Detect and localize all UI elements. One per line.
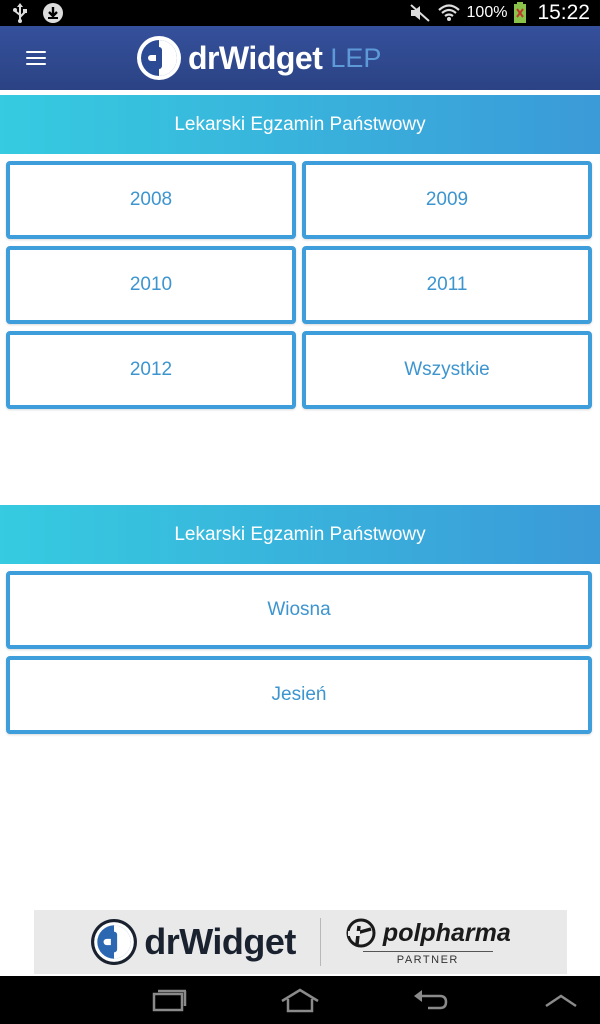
mute-icon [409,3,431,23]
sponsor-banner[interactable]: drWidget polpharma PARTNER [34,910,567,974]
footer-brand-name: drWidget [144,921,296,962]
footer-divider [319,918,321,966]
year-tile-2009[interactable]: 2009 [302,161,592,239]
year-tile-2008[interactable]: 2008 [6,161,296,239]
section-header-sessions: Lekarski Egzamin Państwowy [0,505,600,564]
partner-name: polpharma [382,918,511,947]
recent-apps-icon [152,988,188,1012]
screen: 100% 15:22 drWidget LEP Lekarski Egzamin… [0,0,600,1024]
session-tile-autumn[interactable]: Jesień [6,656,592,734]
download-icon [42,2,64,24]
app-logo: drWidget LEP [136,35,381,81]
capsule-logo-icon [90,918,138,966]
status-bar-left [12,2,64,24]
battery-percent: 100% [466,4,508,21]
status-bar: 100% 15:22 [0,0,600,26]
section-title: Lekarski Egzamin Państwowy [174,113,426,135]
usb-icon [12,3,28,23]
partner-logo-top: polpharma [345,918,511,948]
menu-button[interactable] [0,26,72,90]
all-years-tile[interactable]: Wszystkie [302,331,592,409]
year-tile-2011[interactable]: 2011 [302,246,592,324]
session-tile-spring[interactable]: Wiosna [6,571,592,649]
back-button[interactable] [400,976,460,1024]
battery-icon [513,2,527,24]
home-button[interactable] [270,976,330,1024]
year-tile-2012[interactable]: 2012 [6,331,296,409]
back-icon [412,988,448,1012]
capsule-logo-icon [136,35,182,81]
sponsor-banner-content: drWidget polpharma PARTNER [90,918,511,966]
home-icon [279,987,321,1013]
polpharma-mark-icon [345,918,379,948]
partner-rule [362,951,493,952]
recent-apps-button[interactable] [140,976,200,1024]
wifi-icon [437,3,461,23]
up-chevron-button[interactable] [538,976,584,1024]
status-bar-right: 100% 15:22 [409,1,590,25]
system-nav-bar [0,976,600,1024]
partner-logo: polpharma PARTNER [345,918,511,966]
brand-name: drWidget [188,39,323,76]
partner-label: PARTNER [396,954,459,966]
section-title: Lekarski Egzamin Państwowy [174,523,426,545]
brand-suffix: LEP [330,42,382,73]
clock: 15:22 [537,1,590,24]
section-header-years: Lekarski Egzamin Państwowy [0,95,600,154]
hamburger-menu-icon [26,51,46,65]
year-tile-2010[interactable]: 2010 [6,246,296,324]
up-chevron-icon [544,992,578,1008]
app-bar: drWidget LEP [0,26,600,90]
